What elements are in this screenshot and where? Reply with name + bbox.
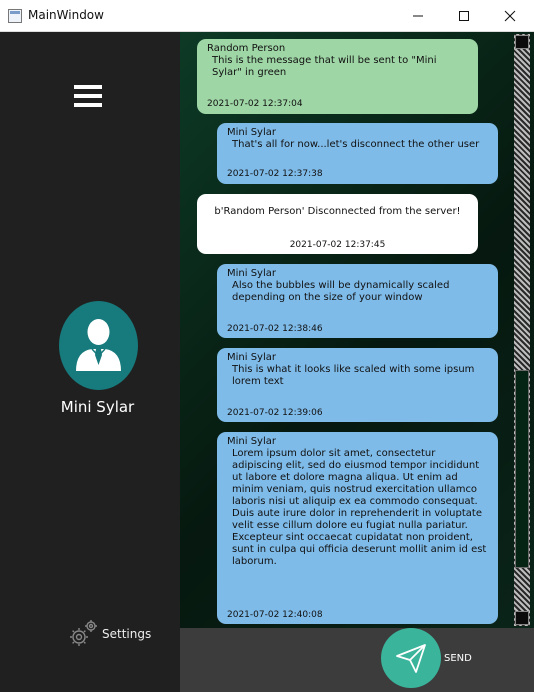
close-button[interactable] — [490, 0, 530, 31]
settings-button[interactable]: Settings — [66, 616, 166, 652]
message-text: Lorem ipsum dolor sit amet, consectetur … — [232, 448, 487, 567]
send-button[interactable]: SEND — [380, 628, 490, 690]
settings-label: Settings — [102, 627, 152, 641]
message-timestamp: 2021-07-02 12:40:08 — [227, 610, 323, 620]
message-sender: Random Person — [207, 43, 286, 54]
gear-icon — [70, 620, 97, 646]
menu-button[interactable] — [64, 76, 112, 116]
window-title: MainWindow — [28, 8, 104, 22]
paper-plane-icon — [396, 644, 426, 673]
chat-scrollbar[interactable] — [514, 34, 530, 626]
system-message-text: b'Random Person' Disconnected from the s… — [214, 206, 461, 217]
app-window-icon — [8, 9, 22, 23]
message-sender: Mini Sylar — [227, 352, 276, 363]
minimize-button[interactable] — [398, 0, 438, 31]
message-bubble: Random Person This is the message that w… — [197, 39, 478, 114]
scroll-thumb[interactable] — [515, 370, 529, 568]
system-message: b'Random Person' Disconnected from the s… — [197, 194, 478, 254]
user-name: Mini Sylar — [60, 398, 135, 416]
send-circle[interactable] — [381, 628, 441, 688]
message-text: This is the message that will be sent to… — [212, 55, 437, 78]
message-timestamp: 2021-07-02 12:37:38 — [227, 169, 323, 179]
message-sender: Mini Sylar — [227, 268, 276, 279]
message-text: Also the bubbles will be dynamically sca… — [232, 280, 450, 303]
maximize-button[interactable] — [444, 0, 484, 31]
message-bubble: Mini Sylar That's all for now...let's di… — [217, 123, 498, 184]
message-timestamp: 2021-07-02 12:39:06 — [227, 408, 323, 418]
message-text: That's all for now...let's disconnect th… — [232, 139, 480, 150]
chat-area: Random Person This is the message that w… — [180, 32, 534, 628]
message-bubble: Mini Sylar This is what it looks like sc… — [217, 348, 498, 422]
scroll-down-button[interactable] — [515, 611, 529, 625]
system-message-timestamp: 2021-07-02 12:37:45 — [289, 240, 386, 250]
message-timestamp: 2021-07-02 12:37:04 — [207, 99, 303, 109]
message-sender: Mini Sylar — [227, 436, 276, 447]
message-sender: Mini Sylar — [227, 127, 276, 138]
title-bar: MainWindow — [0, 0, 534, 32]
minimize-icon — [413, 15, 423, 16]
maximize-icon — [459, 10, 469, 21]
avatar — [59, 301, 138, 390]
message-timestamp: 2021-07-02 12:38:46 — [227, 324, 323, 334]
hamburger-icon — [74, 85, 102, 107]
send-label: SEND — [444, 653, 472, 664]
message-bubble: Mini Sylar Lorem ipsum dolor sit amet, c… — [217, 432, 498, 624]
user-avatar-icon — [76, 319, 121, 371]
close-icon — [504, 10, 516, 21]
message-bubble: Mini Sylar Also the bubbles will be dyna… — [217, 264, 498, 338]
scroll-up-button[interactable] — [515, 35, 529, 49]
message-text: This is what it looks like scaled with s… — [232, 364, 475, 387]
